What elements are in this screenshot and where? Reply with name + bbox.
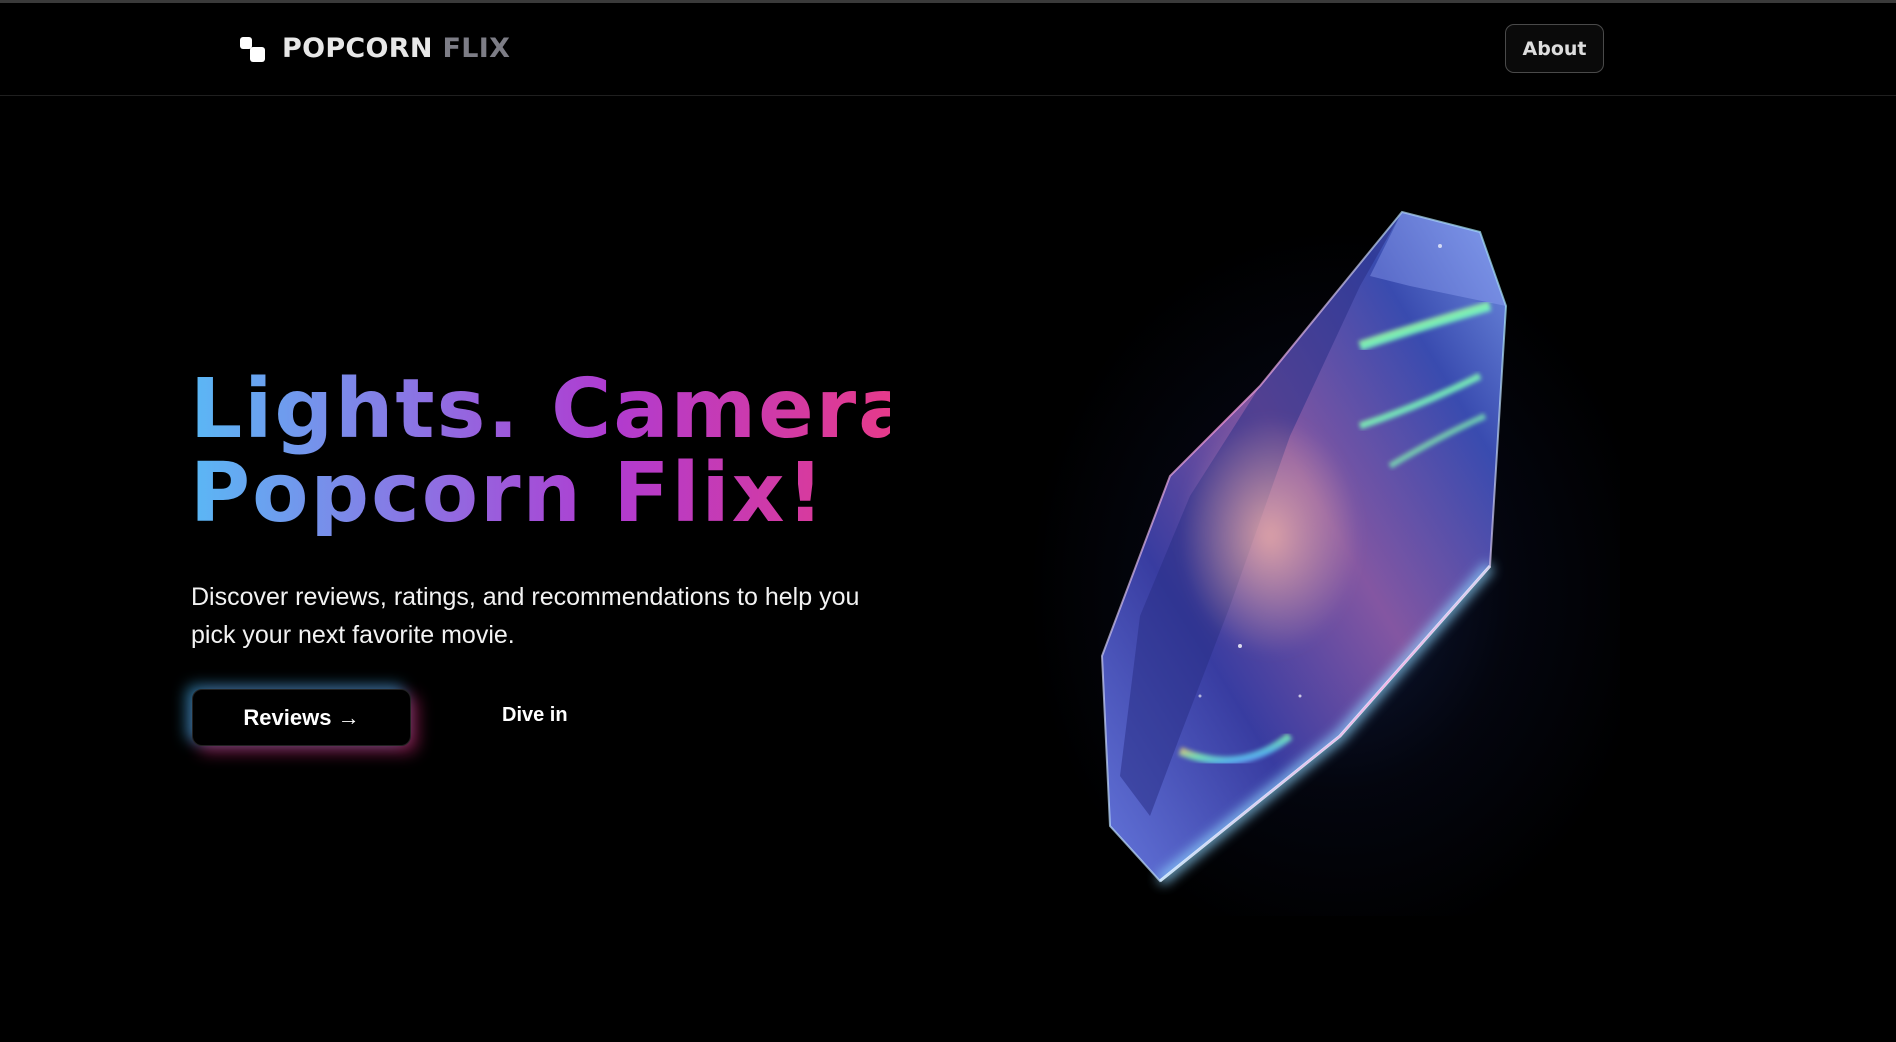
hero-title: Lights. Camera. Popcorn Flix! <box>190 368 890 536</box>
brand-name-primary: POPCORN <box>282 33 433 64</box>
reviews-button[interactable]: Reviews → <box>192 689 411 746</box>
brand-logo[interactable]: POPCORN FLIX <box>238 33 510 64</box>
top-nav: POPCORN FLIX About <box>0 3 1896 96</box>
brand-name-secondary: FLIX <box>442 33 511 64</box>
logo-icon <box>238 34 268 64</box>
brand-name: POPCORN FLIX <box>282 33 510 64</box>
crystal-illustration <box>940 176 1640 936</box>
dive-in-link[interactable]: Dive in <box>502 704 568 727</box>
crystal-icon <box>1100 210 1508 885</box>
hero-subtitle: Discover reviews, ratings, and recommend… <box>191 583 860 649</box>
about-button[interactable]: About <box>1505 24 1604 73</box>
hero-title-line-1: Lights. Camera. <box>190 362 949 457</box>
hero-title-line-2: Popcorn Flix! <box>190 446 826 541</box>
